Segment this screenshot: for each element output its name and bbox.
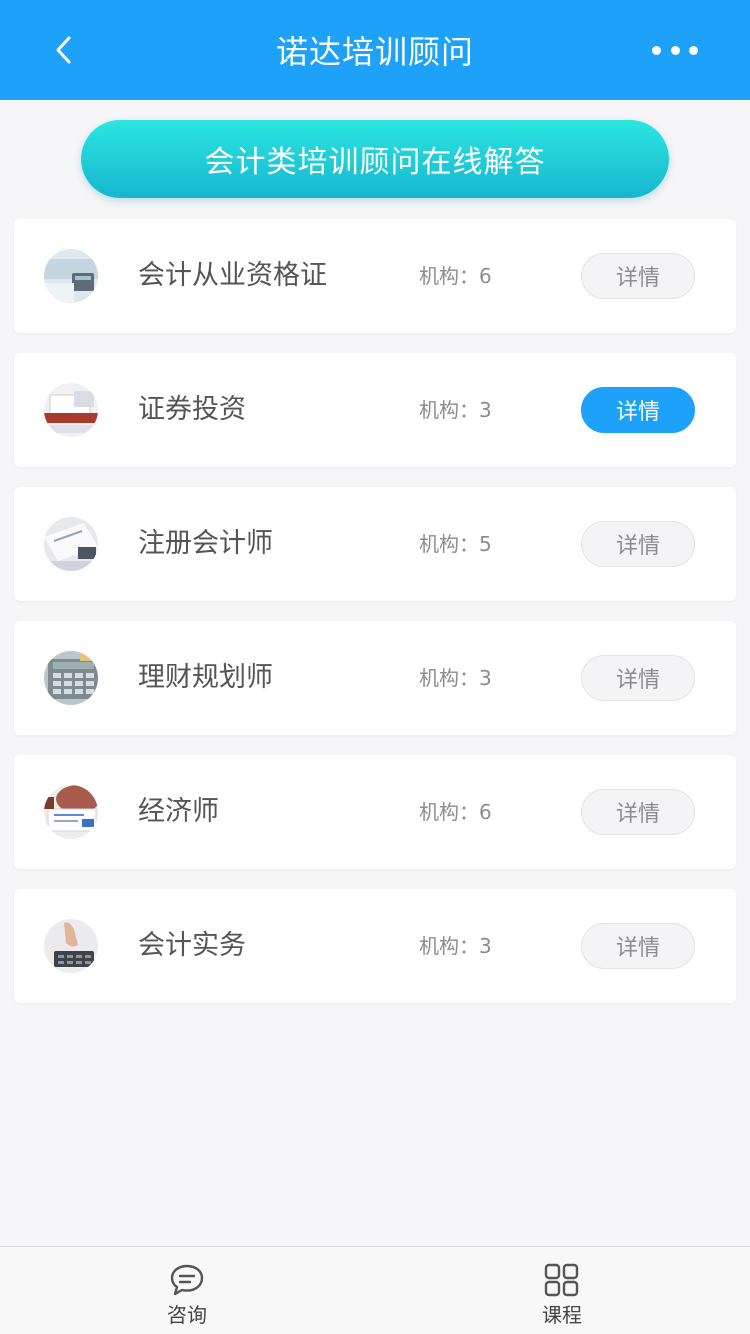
more-dots-icon bbox=[689, 45, 698, 55]
detail-button[interactable]: 详情 bbox=[581, 521, 695, 567]
category-thumbnail bbox=[44, 919, 98, 973]
list-item[interactable]: 证券投资 机构：3 详情 bbox=[14, 353, 736, 467]
back-button[interactable] bbox=[44, 30, 84, 70]
org-count: 机构：5 bbox=[419, 532, 492, 556]
detail-button[interactable]: 详情 bbox=[581, 923, 695, 969]
detail-button[interactable]: 详情 bbox=[581, 253, 695, 299]
more-dots-icon bbox=[670, 45, 680, 55]
online-answer-banner-button[interactable]: 会计类培训顾问在线解答 bbox=[81, 120, 669, 198]
more-dots-icon bbox=[652, 45, 661, 55]
course-category-list: 会计从业资格证 机构：6 详情 证券投资 机构：3 详情 注册会计师 机构：5 … bbox=[14, 219, 736, 1023]
category-name: 经济师 bbox=[138, 796, 219, 827]
detail-button[interactable]: 详情 bbox=[581, 387, 695, 433]
grid-icon bbox=[544, 1263, 579, 1297]
list-item[interactable]: 经济师 机构：6 详情 bbox=[14, 755, 736, 869]
list-item[interactable]: 会计实务 机构：3 详情 bbox=[14, 889, 736, 1003]
category-name: 证券投资 bbox=[138, 394, 246, 425]
org-count: 机构：3 bbox=[419, 666, 492, 690]
tab-consult[interactable]: 咨询 bbox=[147, 1263, 227, 1329]
nav-header: 诺达培训顾问 bbox=[0, 0, 750, 100]
tab-course[interactable]: 课程 bbox=[522, 1263, 602, 1329]
chevron-left-icon bbox=[56, 36, 71, 64]
detail-button[interactable]: 详情 bbox=[581, 655, 695, 701]
category-name: 理财规划师 bbox=[138, 662, 273, 693]
detail-button[interactable]: 详情 bbox=[581, 789, 695, 835]
category-name: 会计从业资格证 bbox=[138, 260, 327, 291]
org-count: 机构：6 bbox=[419, 264, 492, 288]
page-title: 诺达培训顾问 bbox=[275, 33, 474, 71]
chat-bubble-icon bbox=[170, 1264, 204, 1296]
list-item[interactable]: 理财规划师 机构：3 详情 bbox=[14, 621, 736, 735]
category-name: 会计实务 bbox=[138, 930, 246, 961]
app-screen: 诺达培训顾问 会计类培训顾问在线解答 会计从业资格证 机构：6 详情 证券投资 … bbox=[0, 0, 750, 1334]
bottom-tab-bar: 咨询 课程 bbox=[0, 1246, 750, 1334]
tab-label: 咨询 bbox=[167, 1303, 207, 1327]
more-button[interactable] bbox=[652, 36, 698, 64]
category-thumbnail bbox=[44, 249, 98, 303]
list-item[interactable]: 会计从业资格证 机构：6 详情 bbox=[14, 219, 736, 333]
list-item[interactable]: 注册会计师 机构：5 详情 bbox=[14, 487, 736, 601]
category-name: 注册会计师 bbox=[138, 528, 273, 559]
tab-label: 课程 bbox=[542, 1303, 582, 1327]
category-thumbnail bbox=[44, 785, 98, 839]
category-thumbnail bbox=[44, 651, 98, 705]
org-count: 机构：3 bbox=[419, 398, 492, 422]
category-thumbnail bbox=[44, 383, 98, 437]
org-count: 机构：6 bbox=[419, 800, 492, 824]
category-thumbnail bbox=[44, 517, 98, 571]
org-count: 机构：3 bbox=[419, 934, 492, 958]
